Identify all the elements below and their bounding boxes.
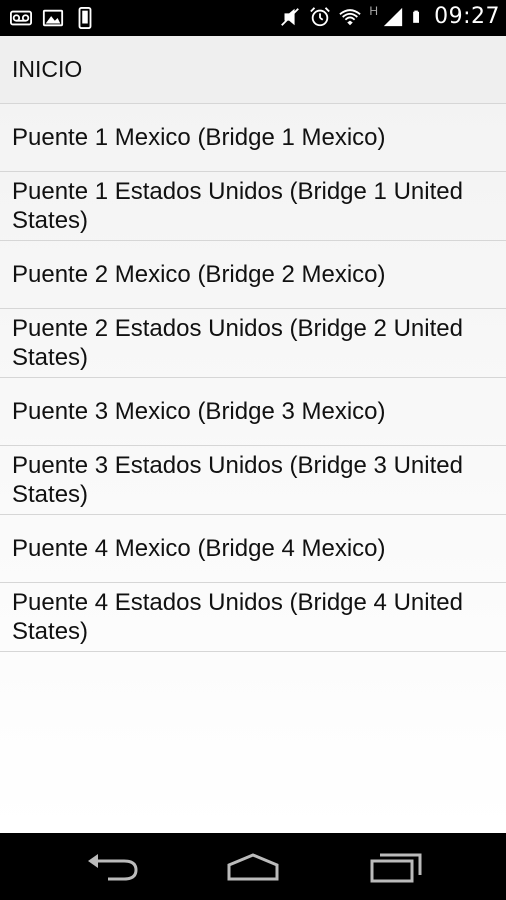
image-icon: [42, 9, 64, 27]
network-type-label: H: [369, 3, 379, 18]
alarm-icon: [310, 6, 331, 26]
battery-icon: [413, 10, 420, 23]
page-title: INICIO: [0, 36, 506, 104]
list-item-label: Puente 1 Estados Unidos (Bridge 1 United…: [12, 178, 463, 234]
list-item-label: Puente 4 Mexico (Bridge 4 Mexico): [12, 535, 386, 562]
list-item-label: Puente 2 Estados Unidos (Bridge 2 United…: [12, 315, 463, 371]
list-item[interactable]: Puente 1 Estados Unidos (Bridge 1 United…: [0, 172, 506, 241]
list-item-label: Puente 3 Mexico (Bridge 3 Mexico): [12, 398, 386, 425]
voicemail-icon: [10, 10, 32, 26]
list-item[interactable]: Puente 2 Mexico (Bridge 2 Mexico): [0, 241, 506, 309]
status-bar: H 09:27: [0, 0, 506, 36]
status-clock: 09:27: [434, 4, 500, 29]
bridge-list: Puente 1 Mexico (Bridge 1 Mexico) Puente…: [0, 104, 506, 652]
main-content: INICIO Puente 1 Mexico (Bridge 1 Mexico)…: [0, 36, 506, 833]
back-icon[interactable]: [84, 851, 144, 883]
list-item-label: Puente 2 Mexico (Bridge 2 Mexico): [12, 261, 386, 288]
list-item-label: Puente 1 Mexico (Bridge 1 Mexico): [12, 124, 386, 151]
list-item-label: Puente 3 Estados Unidos (Bridge 3 United…: [12, 452, 463, 508]
recent-apps-icon[interactable]: [366, 851, 426, 883]
signal-icon: [383, 7, 403, 26]
list-item-label: Puente 4 Estados Unidos (Bridge 4 United…: [12, 589, 463, 645]
phone-icon: [78, 7, 92, 29]
list-item[interactable]: Puente 1 Mexico (Bridge 1 Mexico): [0, 104, 506, 172]
navigation-bar: [0, 833, 506, 900]
list-item[interactable]: Puente 3 Estados Unidos (Bridge 3 United…: [0, 446, 506, 515]
list-item[interactable]: Puente 3 Mexico (Bridge 3 Mexico): [0, 378, 506, 446]
list-item[interactable]: Puente 4 Mexico (Bridge 4 Mexico): [0, 515, 506, 583]
list-item[interactable]: Puente 4 Estados Unidos (Bridge 4 United…: [0, 583, 506, 652]
mute-icon: [281, 7, 300, 26]
home-icon[interactable]: [223, 851, 283, 883]
list-item[interactable]: Puente 2 Estados Unidos (Bridge 2 United…: [0, 309, 506, 378]
wifi-icon: [339, 8, 362, 25]
